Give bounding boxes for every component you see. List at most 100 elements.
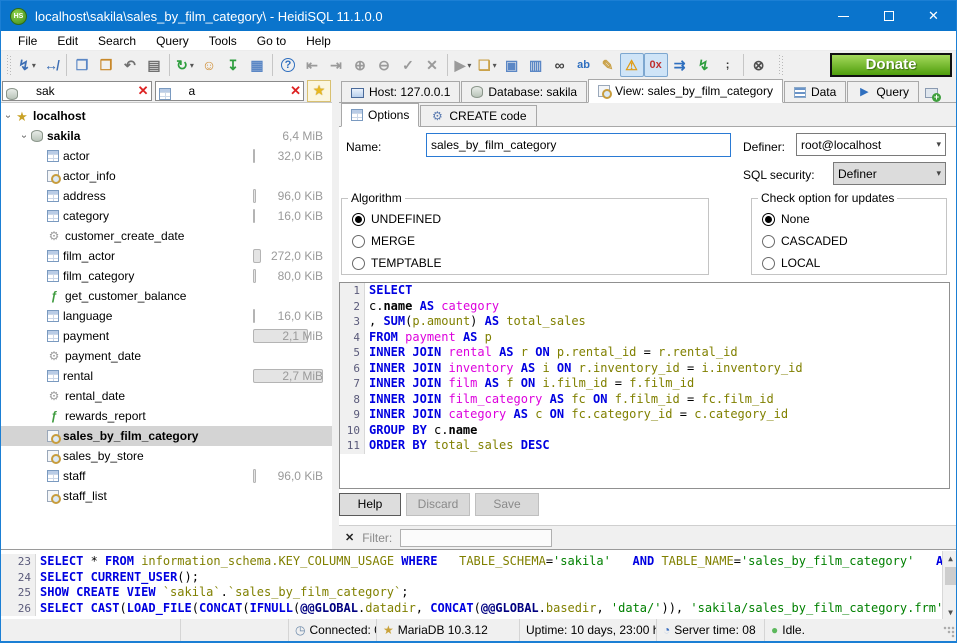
filter-input[interactable] [400,529,552,547]
reconnect-icon[interactable]: ↯ [692,53,716,77]
disconnect-icon[interactable]: ↮ [39,53,63,77]
subtab-options[interactable]: Options [341,103,419,127]
first-row-icon[interactable]: ⇤ [300,53,324,77]
format-code-icon[interactable]: ✎ [596,53,620,77]
tree-item-film_category[interactable]: film_category80,0 KiB [1,266,332,286]
find-replace-icon[interactable]: ab [572,53,596,77]
tree-item-language[interactable]: language16,0 KiB [1,306,332,326]
export-database-icon[interactable]: ↧ [221,53,245,77]
algorithm-radio-undefined[interactable]: UNDEFINED [352,211,708,227]
tree-item-sakila[interactable]: ›sakila6,4 MiB [1,126,332,146]
tree-item-sales_by_store[interactable]: sales_by_store [1,446,332,466]
find-icon[interactable]: ∞ [548,53,572,77]
menu-item-file[interactable]: File [9,32,46,50]
chevron-down-icon[interactable]: ▾ [493,61,497,70]
menu-item-search[interactable]: Search [89,32,145,50]
post-changes-icon[interactable]: ✓ [396,53,420,77]
tree-item-rewards_report[interactable]: ƒrewards_report [1,406,332,426]
tree-item-film_actor[interactable]: film_actor272,0 KiB [1,246,332,266]
favorites-star-icon[interactable]: ★ [307,80,331,102]
scroll-up-icon[interactable]: ▲ [943,551,957,566]
chevron-down-icon[interactable]: ▾ [190,61,194,70]
tree-item-payment_date[interactable]: ⚙payment_date [1,346,332,366]
tree-item-staff_list[interactable]: staff_list [1,486,332,506]
menu-item-go-to[interactable]: Go to [248,32,295,50]
close-button[interactable]: ✕ [911,1,956,31]
close-filter-icon[interactable]: ✕ [345,531,354,544]
menu-item-query[interactable]: Query [147,32,198,50]
copy-icon[interactable]: ❐ [70,53,94,77]
sql-security-combobox[interactable]: Definer ▾ [833,162,946,185]
chevron-down-icon[interactable]: ▾ [467,61,471,70]
tree-item-sales_by_film_category[interactable]: sales_by_film_category [1,426,332,446]
check-option-radio-local[interactable]: LOCAL [762,255,946,271]
log-scrollbar[interactable]: ▲ ▼ [942,551,957,619]
definer-combobox[interactable]: root@localhost ▾ [796,133,946,156]
save-file-icon[interactable]: ▣ [500,53,524,77]
save-data-icon[interactable]: ▦ [245,53,269,77]
tab-data[interactable]: Data [784,81,846,102]
check-option-radio-cascaded[interactable]: CASCADED [762,233,946,249]
algorithm-radio-temptable[interactable]: TEMPTABLE [352,255,708,271]
tree-item-payment[interactable]: payment2,1 MiB [1,326,332,346]
menu-item-tools[interactable]: Tools [200,32,246,50]
view-sql-editor[interactable]: 1SELECT2c.name AS category3, SUM(p.amoun… [339,282,950,489]
toolbar-grip-2[interactable] [779,55,784,75]
panel-splitter[interactable] [332,79,339,549]
tree-item-staff[interactable]: staff96,0 KiB [1,466,332,486]
revert-changes-icon[interactable]: ✕ [420,53,444,77]
subtab-create-code[interactable]: ⚙CREATE code [420,105,536,126]
tree-item-rental[interactable]: rental2,7 MiB [1,366,332,386]
bind-params-icon[interactable]: ⇉ [668,53,692,77]
help-button[interactable]: Help [339,493,401,516]
save-file-as-icon[interactable]: ▥ [524,53,548,77]
tab-query[interactable]: ▶Query [847,81,919,102]
clear-database-filter-icon[interactable]: ✕ [138,83,149,99]
collapse-icon[interactable]: › [19,131,30,141]
open-file-icon[interactable]: ❏▾ [475,53,500,77]
donate-button[interactable]: Donate [830,53,952,77]
sql-log-panel[interactable]: 23SELECT * FROM information_schema.KEY_C… [1,549,957,619]
table-filter-input[interactable] [168,84,304,98]
insert-row-icon[interactable]: ⊕ [348,53,372,77]
undo-icon[interactable]: ↶ [118,53,142,77]
view-name-input[interactable] [426,133,731,157]
chevron-down-icon[interactable]: ▾ [32,61,36,70]
print-icon[interactable]: ▤ [142,53,166,77]
minimize-button[interactable] [821,1,866,31]
resize-grip[interactable] [943,626,955,638]
user-manager-icon[interactable]: ☺ [197,53,221,77]
scroll-down-icon[interactable]: ▼ [943,605,957,619]
tree-item-get_customer_balance[interactable]: ƒget_customer_balance [1,286,332,306]
clear-table-filter-icon[interactable]: ✕ [290,83,301,99]
hex-toggle-icon[interactable]: 0x [644,53,668,77]
tree-item-actor_info[interactable]: actor_info [1,166,332,186]
single-queries-icon[interactable]: ; [716,53,740,77]
paste-icon[interactable]: ❒ [94,53,118,77]
menu-item-edit[interactable]: Edit [48,32,87,50]
toolbar-grip[interactable] [7,55,12,75]
stop-icon[interactable]: ⊗ [747,53,771,77]
tree-item-address[interactable]: address96,0 KiB [1,186,332,206]
algorithm-radio-merge[interactable]: MERGE [352,233,708,249]
tree-item-actor[interactable]: actor32,0 KiB [1,146,332,166]
tab-database-sakila[interactable]: Database: sakila [461,81,587,102]
tab-view-sales-by-film-category[interactable]: View: sales_by_film_category [588,79,783,103]
warnings-toggle-icon[interactable]: ⚠ [620,53,644,77]
collapse-icon[interactable]: › [3,111,14,121]
tree-item-localhost[interactable]: ›★localhost [1,106,332,126]
maximize-button[interactable] [866,1,911,31]
tab-host-127-0-0-1[interactable]: Host: 127.0.0.1 [341,81,460,102]
delete-row-icon[interactable]: ⊖ [372,53,396,77]
refresh-icon[interactable]: ↻▾ [173,53,197,77]
scroll-thumb[interactable] [945,567,956,585]
session-manager-icon[interactable]: ↯▾ [15,53,39,77]
database-filter-input[interactable] [15,84,151,98]
run-query-icon[interactable]: ▶▾ [451,53,475,77]
last-row-icon[interactable]: ⇥ [324,53,348,77]
help-icon[interactable]: ? [276,53,300,77]
tree-item-rental_date[interactable]: ⚙rental_date [1,386,332,406]
tree-item-customer_create_date[interactable]: ⚙customer_create_date [1,226,332,246]
tree-item-category[interactable]: category16,0 KiB [1,206,332,226]
menu-item-help[interactable]: Help [297,32,340,50]
